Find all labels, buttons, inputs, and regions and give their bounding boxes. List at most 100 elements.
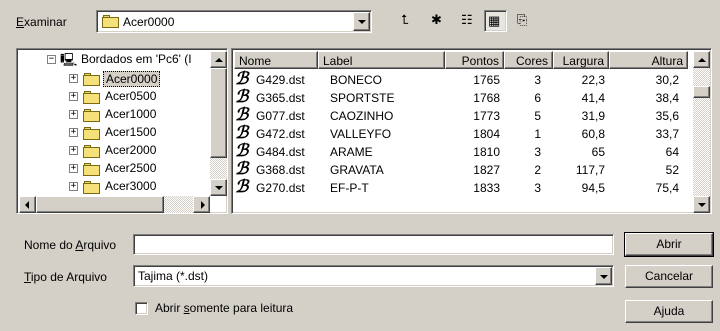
scroll-up-button[interactable] [693, 51, 710, 68]
file-row[interactable]: ℬ G472.dst VALLEYFO 1804 1 60,8 33,7 [232, 123, 691, 143]
up-one-level-button[interactable]: ⮤ [398, 10, 421, 32]
cancel-button[interactable]: Cancelar [625, 265, 713, 288]
details-view-icon: ▦ [488, 13, 501, 28]
chevron-down-icon [358, 20, 366, 24]
preview-icon: ⎘ [517, 12, 528, 27]
folder-icon [83, 73, 101, 86]
readonly-checkbox[interactable] [135, 302, 148, 315]
expand-icon: + [69, 109, 78, 119]
arrow-left-icon [25, 201, 29, 209]
file-cell: 3 [534, 181, 541, 195]
folder-icon [83, 109, 101, 122]
tree-folder[interactable]: + Acer2500 [69, 160, 209, 179]
file-cell: 94,5 [581, 181, 605, 195]
embroidery-file-icon: ℬ [235, 69, 249, 89]
expand-icon: + [69, 73, 78, 83]
file-row[interactable]: ℬ G365.dst SPORTSTE 1768 6 41,4 38,4 [232, 87, 691, 107]
folder-tree[interactable]: − 🖳 Bordados em 'Pc6' (I + Acer0000 + Acer0… [16, 48, 228, 214]
filetype-select[interactable]: Tajima (*.dst) [133, 265, 614, 287]
details-view-button[interactable]: ▦ [484, 10, 507, 32]
expand-icon: + [69, 91, 78, 101]
readonly-label: Abrir somente para leitura [155, 301, 294, 315]
look-in-combo[interactable]: Acer0000 [96, 10, 372, 33]
chevron-down-icon [600, 275, 608, 279]
tree-folder[interactable]: + Acer0000 [69, 70, 209, 89]
scroll-thumb[interactable] [693, 86, 710, 98]
embroidery-file-icon: ℬ [235, 177, 249, 197]
scroll-up-button[interactable] [210, 51, 227, 68]
list-view-icon: ☷ [461, 12, 473, 27]
tree-folder-label: Acer1000 [105, 107, 157, 121]
folder-icon [83, 145, 101, 158]
scroll-right-button[interactable] [193, 196, 210, 213]
tree-folder-label: Acer2500 [105, 161, 157, 175]
arrow-up-icon [698, 58, 706, 62]
tree-folder-label: Acer0500 [105, 89, 157, 103]
file-cell: G270.dst [256, 181, 305, 195]
arrow-down-icon [698, 203, 706, 207]
tree-folder[interactable]: + Acer1500 [69, 124, 209, 143]
tree-folder[interactable]: + Acer3000 [69, 178, 209, 197]
embroidery-file-icon: ℬ [235, 123, 249, 143]
tree-folder-label: Acer0000 [103, 71, 161, 87]
expand-icon: + [69, 145, 78, 155]
tree-horizontal-scrollbar[interactable] [19, 196, 210, 213]
column-header-points[interactable]: Pontos [445, 51, 504, 69]
scroll-left-button[interactable] [19, 196, 36, 213]
filename-label: Nome do Arquivo [24, 238, 117, 252]
filetype-dropdown-button[interactable] [595, 267, 612, 285]
expand-icon: + [69, 127, 78, 137]
scroll-down-button[interactable] [210, 179, 227, 196]
expand-icon: + [69, 181, 78, 191]
expand-icon: + [69, 163, 78, 173]
file-row[interactable]: ℬ G484.dst ARAME 1810 3 65 64 [232, 141, 691, 161]
tree-folder-label: Acer1500 [105, 125, 157, 139]
arrow-right-icon [201, 201, 205, 209]
new-folder-icon: ✱ [431, 12, 442, 27]
file-row[interactable]: ℬ G429.dst BONECO 1765 3 22,3 30,2 [232, 69, 691, 89]
tree-folder-label: Acer2000 [105, 143, 157, 157]
folder-icon [83, 91, 101, 104]
help-button[interactable]: Ajuda [625, 300, 713, 323]
file-cell: 75,4 [655, 181, 679, 195]
embroidery-file-icon: ℬ [235, 105, 249, 125]
tree-folder-label: Acer3000 [105, 179, 157, 193]
filetype-label: Tipo de Arquivo [24, 270, 107, 284]
file-row[interactable]: ℬ G270.dst EF-P-T 1833 3 94,5 75,4 [232, 177, 691, 197]
file-row[interactable]: ℬ G368.dst GRAVATA 1827 2 117,7 52 [232, 159, 691, 179]
file-cell: 1833 [473, 181, 500, 195]
look-in-value: Acer0000 [123, 15, 175, 29]
tree-folder[interactable]: + Acer2000 [69, 142, 209, 161]
column-header-height[interactable]: Altura [609, 51, 688, 69]
column-header-colors[interactable]: Cores [504, 51, 553, 69]
tree-vertical-scrollbar[interactable] [210, 51, 227, 196]
collapse-icon: − [47, 54, 56, 64]
open-button[interactable]: Abrir [624, 232, 714, 257]
tree-folder[interactable]: + Acer0500 [69, 88, 209, 107]
arrow-down-icon [215, 186, 223, 190]
tree-folder[interactable]: + Acer1000 [69, 106, 209, 125]
file-row[interactable]: ℬ G077.dst CAOZINHO 1773 5 31,9 35,6 [232, 105, 691, 125]
folder-icon [83, 181, 101, 194]
embroidery-file-icon: ℬ [235, 87, 249, 107]
look-in-dropdown-button[interactable] [353, 12, 370, 31]
embroidery-file-icon: ℬ [235, 141, 249, 161]
filename-input[interactable] [133, 234, 614, 255]
list-view-button[interactable]: ☷ [458, 10, 481, 32]
column-header-name[interactable]: Nome [234, 51, 318, 69]
folder-icon [83, 163, 101, 176]
folder-icon [102, 15, 120, 28]
up-folder-icon: ⮤ [401, 12, 409, 27]
file-list[interactable]: Nome Label Pontos Cores Largura Altura ℬ… [231, 48, 712, 214]
column-header-width[interactable]: Largura [553, 51, 609, 69]
column-header-label[interactable]: Label [318, 51, 445, 69]
preview-button[interactable]: ⎘ [514, 10, 537, 32]
tree-root[interactable]: − 🖳 Bordados em 'Pc6' (I [47, 51, 207, 70]
folder-icon [83, 127, 101, 140]
arrow-up-icon [215, 58, 223, 62]
list-vertical-scrollbar[interactable] [693, 51, 710, 213]
scroll-down-button[interactable] [693, 196, 710, 213]
look-in-label: Examinar [16, 15, 67, 29]
embroidery-file-icon: ℬ [235, 159, 249, 179]
create-folder-button[interactable]: ✱ [428, 10, 451, 32]
